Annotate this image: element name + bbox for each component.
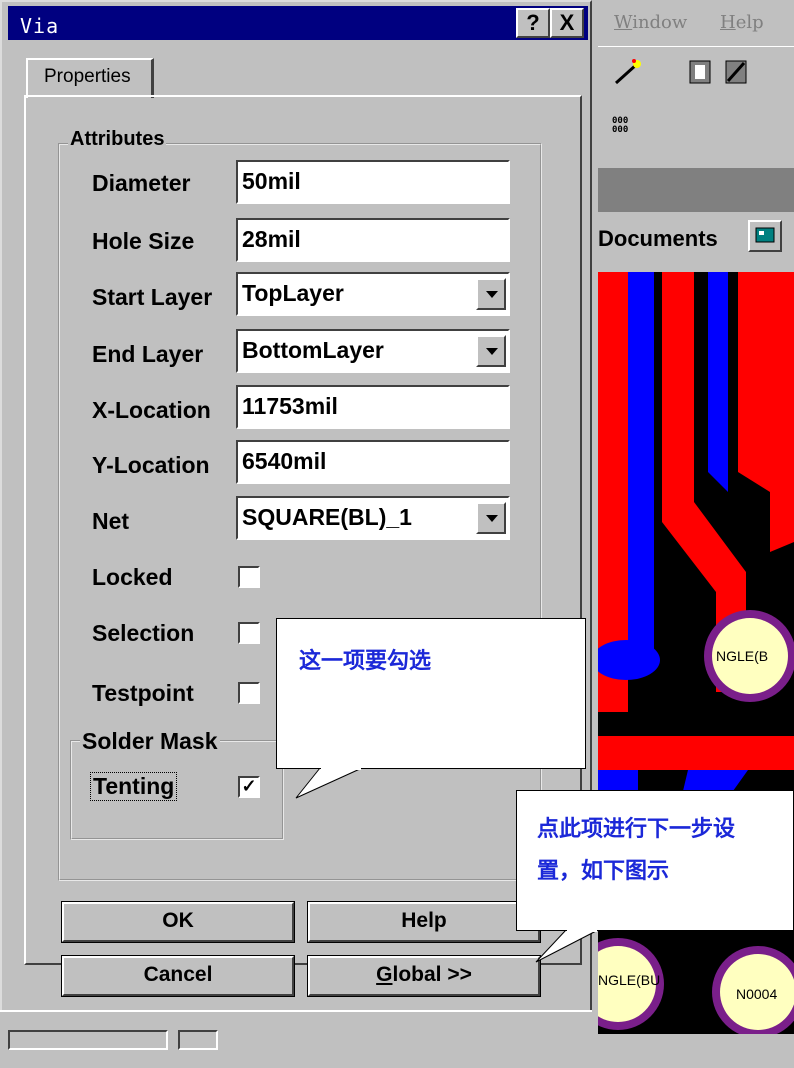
callout-joint: [321, 767, 361, 770]
callout-text-line2: 置，如下图示: [537, 858, 670, 883]
callout-text-line1: 点此项进行下一步设: [537, 816, 736, 841]
callout-bubble: 点此项进行下一步设 置，如下图示: [516, 790, 794, 931]
callout-bubble: 这一项要勾选: [276, 618, 586, 769]
callout-text: 这一项要勾选: [299, 648, 432, 673]
callout-joint: [567, 929, 597, 932]
